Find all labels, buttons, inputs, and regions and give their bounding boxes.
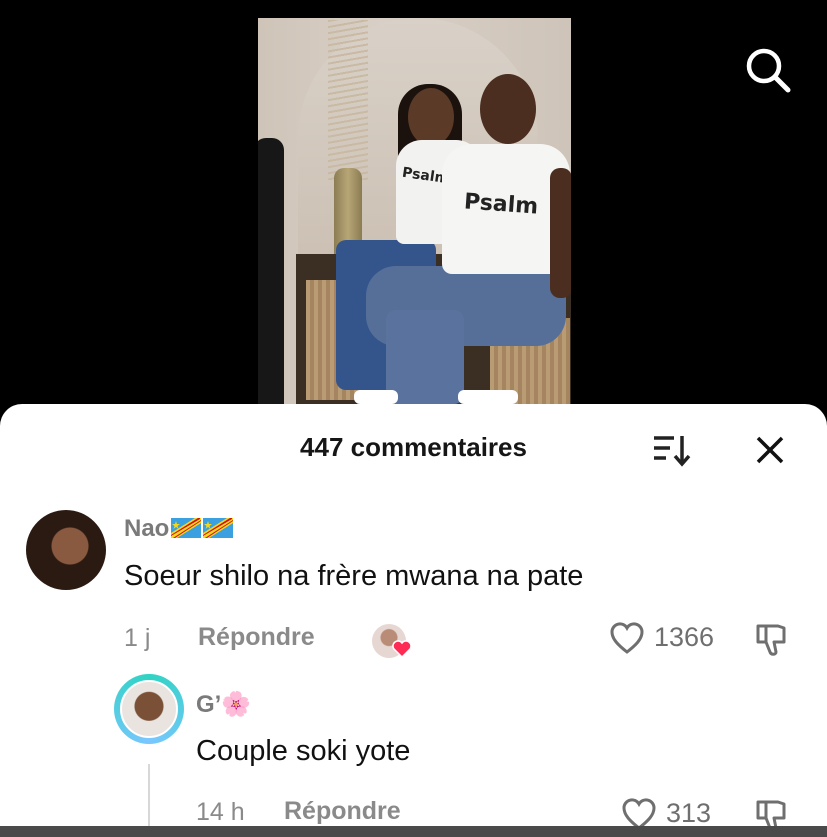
username-text: Nao: [124, 515, 170, 542]
sort-button[interactable]: [650, 430, 694, 470]
man-arm: [550, 168, 571, 298]
comments-header: 447 commentaires: [0, 404, 827, 496]
comment-count-title: 447 commentaires: [300, 432, 527, 462]
flag-cd-icon: [203, 517, 234, 538]
video-area[interactable]: Psalm Psalm: [0, 0, 827, 420]
comment-time: 1 j: [124, 624, 151, 652]
creator-heart-icon: [392, 640, 412, 658]
comment-username[interactable]: G’🌸: [196, 690, 251, 719]
like-count: 313: [666, 798, 712, 828]
shoe: [458, 390, 518, 404]
reply-button[interactable]: Répondre: [198, 623, 315, 652]
username-text: G’: [196, 691, 222, 718]
close-button[interactable]: [748, 430, 792, 470]
close-icon: [756, 436, 784, 464]
pampas-grass: [328, 20, 368, 180]
sort-icon: [654, 436, 691, 467]
bottom-bar: [0, 826, 827, 837]
comment-time: 14 h: [196, 798, 245, 826]
reply-button[interactable]: Répondre: [284, 797, 401, 826]
comment-text: Soeur shilo na frère mwana na pate: [124, 560, 584, 592]
comment-username[interactable]: Nao: [124, 515, 234, 543]
comments-sheet: 447 commentaires: [0, 404, 827, 837]
like-count: 1366: [654, 622, 715, 652]
person-left: [258, 138, 284, 404]
avatar[interactable]: [120, 680, 178, 738]
shirt-logo-man: Psalm: [463, 189, 539, 220]
heart-outline-icon[interactable]: [608, 620, 646, 656]
man-leg: [386, 310, 464, 404]
flag-cd-icon: [171, 517, 202, 538]
shoe: [354, 390, 398, 404]
woman-head: [408, 88, 454, 146]
avatar[interactable]: [26, 510, 106, 590]
cherry-blossom-emoji: 🌸: [221, 691, 252, 718]
video-player[interactable]: Psalm Psalm: [258, 18, 571, 404]
search-icon: [746, 48, 791, 93]
thumbs-down-icon[interactable]: [752, 620, 792, 658]
search-button[interactable]: [742, 44, 794, 96]
man-head: [480, 74, 536, 144]
comment-text: Couple soki yote: [196, 735, 411, 767]
